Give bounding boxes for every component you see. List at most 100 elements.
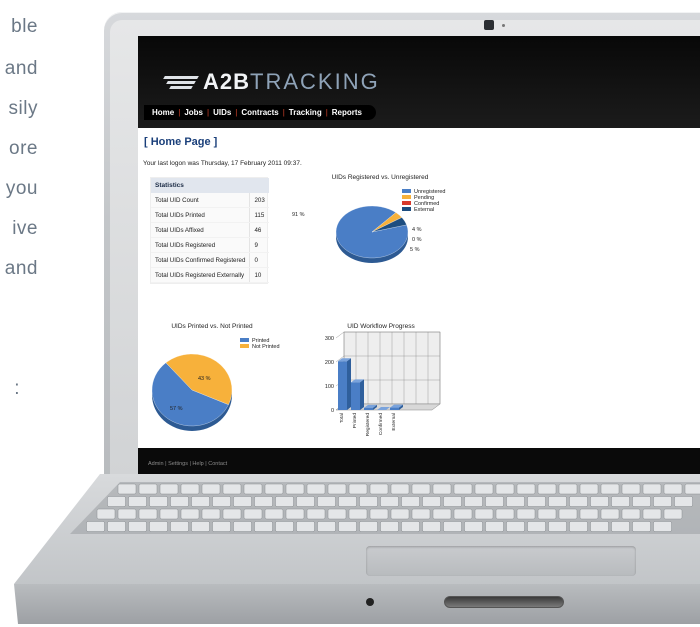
- key: [338, 496, 357, 507]
- webcam-light-icon: [502, 24, 505, 27]
- key: [170, 521, 189, 532]
- key: [653, 496, 672, 507]
- key: [590, 496, 609, 507]
- key: [159, 508, 179, 520]
- key: [107, 521, 126, 532]
- logo-wing-icon: [163, 75, 200, 89]
- key: [107, 496, 126, 507]
- key: [621, 483, 641, 495]
- key: [453, 483, 473, 495]
- statistics-panel: Statistics Total UID Count 203 Total UIDs…: [150, 177, 269, 284]
- key: [632, 496, 651, 507]
- key: [390, 508, 410, 520]
- key: [138, 508, 158, 520]
- key: [306, 483, 326, 495]
- nav-reports[interactable]: Reports: [328, 108, 366, 117]
- key: [285, 483, 305, 495]
- key: [548, 496, 567, 507]
- key: [159, 483, 179, 495]
- pie-label: 4 %: [412, 227, 422, 233]
- key: [201, 508, 221, 520]
- x-tick-label: Registered: [365, 413, 371, 437]
- stat-label: Total UID Count: [151, 193, 250, 208]
- pie-label: 0 %: [412, 237, 422, 243]
- stat-value: 9: [249, 237, 269, 253]
- key: [348, 483, 368, 495]
- key: [453, 508, 473, 520]
- key: [243, 483, 263, 495]
- key: [264, 508, 284, 520]
- key: [432, 508, 452, 520]
- nav-jobs[interactable]: Jobs: [180, 108, 207, 117]
- key: [149, 496, 168, 507]
- legend-label: Not Printed: [252, 344, 280, 350]
- chart-title: UID Workflow Progress: [347, 323, 415, 330]
- key: [359, 496, 378, 507]
- key: [233, 496, 252, 507]
- key: [663, 483, 683, 495]
- key: [296, 521, 315, 532]
- x-tick-label: Confirmed: [378, 413, 384, 435]
- key: [474, 508, 494, 520]
- key: [579, 508, 599, 520]
- key: [516, 508, 536, 520]
- key: [537, 483, 557, 495]
- key: [590, 521, 609, 532]
- key: [233, 521, 252, 532]
- key: [243, 508, 263, 520]
- table-row: Total UIDs Registered Externally 10: [151, 267, 269, 283]
- legend-swatch: [240, 344, 249, 348]
- key: [527, 521, 546, 532]
- table-row: Total UIDs Affixed 46: [151, 222, 269, 238]
- footer-links[interactable]: Admin | Settings | Help | Contact: [148, 461, 227, 467]
- trackpad[interactable]: [366, 546, 636, 576]
- key: [474, 483, 494, 495]
- x-tick-label: Total: [339, 413, 345, 423]
- stat-label: Total UIDs Affixed: [151, 222, 250, 238]
- key: [611, 496, 630, 507]
- app-logo[interactable]: A2B TRACKING: [163, 69, 380, 95]
- side-text-line: ore: [9, 138, 38, 159]
- key: [380, 521, 399, 532]
- nav-tracking[interactable]: Tracking: [285, 108, 326, 117]
- key: [516, 483, 536, 495]
- stat-value: 0: [249, 252, 269, 268]
- chart-uid-workflow-progress: UID Workflow Progress 0 100 200 300 Total Pri…: [325, 323, 441, 437]
- chart-registered-vs-unregistered: UIDs Registered vs. Unregistered 91 % 4 %…: [288, 168, 458, 288]
- key: [264, 483, 284, 495]
- key: [422, 521, 441, 532]
- table-row: Total UIDs Printed 115: [151, 207, 269, 223]
- key: [275, 521, 294, 532]
- key: [621, 508, 641, 520]
- key: [327, 483, 347, 495]
- side-text-line: ive: [12, 218, 38, 239]
- key: [663, 508, 683, 520]
- key: [117, 508, 137, 520]
- stat-label: Total UIDs Confirmed Registered: [151, 252, 250, 268]
- bar-registered: [364, 407, 373, 410]
- key: [180, 483, 200, 495]
- key: [401, 496, 420, 507]
- key: [684, 483, 700, 495]
- key: [411, 483, 431, 495]
- power-button-icon[interactable]: [366, 598, 374, 606]
- key: [558, 483, 578, 495]
- legend-swatch: [402, 201, 411, 205]
- key: [306, 508, 326, 520]
- chart-printed-vs-not-printed: UIDs Printed vs. Not Printed 57 %43 % Pr…: [151, 323, 280, 431]
- bar-printed: [351, 382, 360, 410]
- key: [275, 496, 294, 507]
- nav-contracts[interactable]: Contracts: [237, 108, 282, 117]
- nav-home[interactable]: Home: [148, 108, 178, 117]
- nav-uids[interactable]: UIDs: [209, 108, 235, 117]
- key: [632, 521, 651, 532]
- statistics-header: Statistics: [151, 178, 269, 193]
- main-content: [ Home Page ] Your last logon was Thursd…: [138, 128, 700, 448]
- key: [180, 508, 200, 520]
- pie-label: 43 %: [198, 376, 211, 382]
- key: [128, 521, 147, 532]
- key: [443, 496, 462, 507]
- key: [254, 496, 273, 507]
- legend-swatch: [402, 189, 411, 193]
- key: [485, 521, 504, 532]
